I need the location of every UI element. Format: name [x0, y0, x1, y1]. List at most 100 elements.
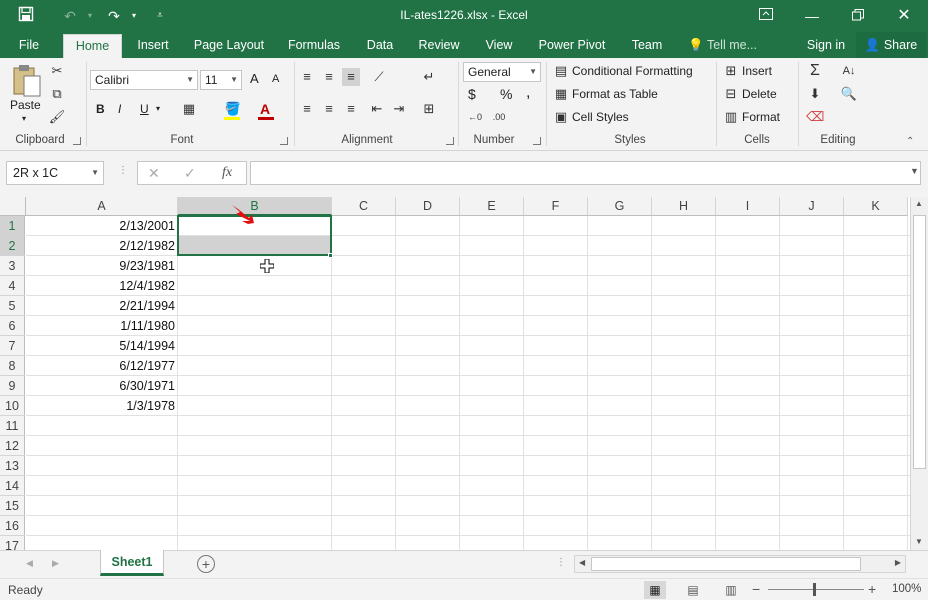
underline-dropdown-icon[interactable]: ▾ — [156, 104, 160, 113]
font-launcher-icon[interactable] — [280, 137, 288, 145]
fill-color-icon[interactable]: 🪣 — [224, 100, 242, 118]
prev-sheet-icon[interactable]: ◀ — [26, 558, 33, 569]
cell-a7[interactable]: 5/14/1994 — [26, 336, 177, 356]
select-all-corner[interactable] — [0, 197, 26, 216]
column-header-d[interactable]: D — [396, 197, 460, 216]
row-header-6[interactable]: 6 — [0, 316, 25, 336]
zoom-slider[interactable] — [768, 589, 864, 590]
underline-button[interactable]: U — [140, 102, 149, 116]
tab-file[interactable]: File — [10, 32, 48, 58]
tab-review[interactable]: Review — [414, 32, 464, 58]
row-header-16[interactable]: 16 — [0, 516, 25, 536]
increase-decimal-icon[interactable]: ←0 — [466, 108, 484, 126]
column-header-j[interactable]: J — [780, 197, 844, 216]
wrap-text-icon[interactable]: ↵ — [420, 68, 438, 86]
row-header-9[interactable]: 9 — [0, 376, 25, 396]
align-top-icon[interactable]: ≡ — [298, 68, 316, 86]
row-header-15[interactable]: 15 — [0, 496, 25, 516]
sheet-tab-sheet1[interactable]: Sheet1 — [100, 550, 164, 576]
insert-cells-button[interactable]: Insert — [742, 64, 772, 78]
row-header-8[interactable]: 8 — [0, 356, 25, 376]
cancel-icon[interactable]: ✕ — [148, 165, 160, 182]
column-header-c[interactable]: C — [332, 197, 396, 216]
paste-dropdown-icon[interactable]: ▾ — [22, 114, 26, 123]
scroll-left-icon[interactable]: ◀ — [579, 558, 585, 567]
column-header-a[interactable]: A — [26, 197, 178, 216]
font-name-dropdown[interactable]: Calibri ▼ — [90, 70, 198, 90]
name-box[interactable]: 2R x 1C ▼ — [6, 161, 104, 185]
zoom-out-icon[interactable]: − — [752, 581, 760, 597]
delete-cells-button[interactable]: Delete — [742, 87, 777, 101]
sort-filter-icon[interactable]: A↓ — [840, 62, 858, 80]
align-bottom-icon[interactable]: ≡ — [342, 68, 360, 86]
align-left-icon[interactable]: ≡ — [298, 100, 316, 118]
tab-formulas[interactable]: Formulas — [284, 32, 344, 58]
restore-icon[interactable] — [848, 6, 868, 26]
cell-styles-button[interactable]: Cell Styles — [572, 110, 629, 124]
row-header-3[interactable]: 3 — [0, 256, 25, 276]
merge-center-icon[interactable]: ⊞ — [420, 100, 438, 118]
tab-page-layout[interactable]: Page Layout — [190, 32, 268, 58]
close-icon[interactable]: ✕ — [894, 6, 914, 26]
tell-me-search[interactable]: Tell me... — [704, 32, 760, 58]
cut-icon[interactable]: ✂ — [48, 62, 66, 80]
cell-a2[interactable]: 2/12/1982 — [26, 236, 177, 256]
column-header-h[interactable]: H — [652, 197, 716, 216]
bold-button[interactable]: B — [96, 102, 105, 116]
row-header-12[interactable]: 12 — [0, 436, 25, 456]
horizontal-scrollbar[interactable]: ◀ ▶ — [574, 555, 906, 573]
orientation-icon[interactable]: ⟋ — [370, 68, 388, 86]
row-header-4[interactable]: 4 — [0, 276, 25, 296]
tab-insert[interactable]: Insert — [132, 32, 174, 58]
row-header-5[interactable]: 5 — [0, 296, 25, 316]
conditional-formatting-button[interactable]: Conditional Formatting — [572, 64, 693, 78]
cell-a9[interactable]: 6/30/1971 — [26, 376, 177, 396]
column-header-k[interactable]: K — [844, 197, 908, 216]
tab-home[interactable]: Home — [63, 34, 122, 59]
zoom-slider-thumb[interactable] — [813, 583, 816, 596]
collapse-ribbon-icon[interactable]: ⌃ — [906, 136, 914, 147]
font-size-dropdown[interactable]: 11 ▼ — [200, 70, 242, 90]
cell-a10[interactable]: 1/3/1978 — [26, 396, 177, 416]
vertical-scroll-thumb[interactable] — [913, 215, 926, 469]
find-select-icon[interactable]: 🔍 — [840, 85, 858, 103]
number-launcher-icon[interactable] — [533, 137, 541, 145]
scroll-down-icon[interactable]: ▼ — [915, 537, 923, 546]
column-header-i[interactable]: I — [716, 197, 780, 216]
cell-a4[interactable]: 12/4/1982 — [26, 276, 177, 296]
column-header-f[interactable]: F — [524, 197, 588, 216]
ribbon-display-icon[interactable] — [756, 6, 776, 26]
font-color-button[interactable]: A — [260, 101, 270, 117]
decrease-decimal-icon[interactable]: .00 — [490, 108, 508, 126]
expand-formula-bar-icon[interactable]: ▼ — [910, 166, 919, 176]
row-header-7[interactable]: 7 — [0, 336, 25, 356]
row-header-11[interactable]: 11 — [0, 416, 25, 436]
cell-a8[interactable]: 6/12/1977 — [26, 356, 177, 376]
row-header-13[interactable]: 13 — [0, 456, 25, 476]
share-button[interactable]: 👤 Share — [856, 32, 926, 58]
enter-icon[interactable]: ✓ — [184, 165, 196, 182]
row-header-17[interactable]: 17 — [0, 536, 25, 550]
tab-data[interactable]: Data — [362, 32, 398, 58]
format-as-table-button[interactable]: Format as Table — [572, 87, 658, 101]
horizontal-scroll-thumb[interactable] — [591, 557, 861, 571]
percent-button[interactable]: % — [500, 86, 512, 102]
italic-button[interactable]: I — [118, 102, 121, 116]
shrink-font-button[interactable]: A — [272, 73, 279, 85]
currency-button[interactable]: $ — [468, 86, 476, 102]
row-header-14[interactable]: 14 — [0, 476, 25, 496]
autosum-icon[interactable]: Σ — [806, 62, 824, 80]
page-break-view-icon[interactable]: ▥ — [720, 581, 742, 599]
column-header-e[interactable]: E — [460, 197, 524, 216]
align-right-icon[interactable]: ≡ — [342, 100, 360, 118]
vertical-scrollbar[interactable]: ▲ ▼ — [910, 197, 928, 550]
scroll-right-icon[interactable]: ▶ — [895, 558, 901, 567]
paste-button[interactable]: Paste — [10, 98, 41, 112]
normal-view-icon[interactable]: ▦ — [644, 581, 666, 599]
format-painter-icon[interactable]: 🖌 — [48, 108, 66, 126]
decrease-indent-icon[interactable]: ⇤ — [368, 100, 386, 118]
row-header-10[interactable]: 10 — [0, 396, 25, 416]
fill-handle[interactable] — [328, 253, 333, 258]
comma-button[interactable]: , — [526, 84, 530, 102]
insert-function-button[interactable]: fx — [222, 165, 232, 181]
